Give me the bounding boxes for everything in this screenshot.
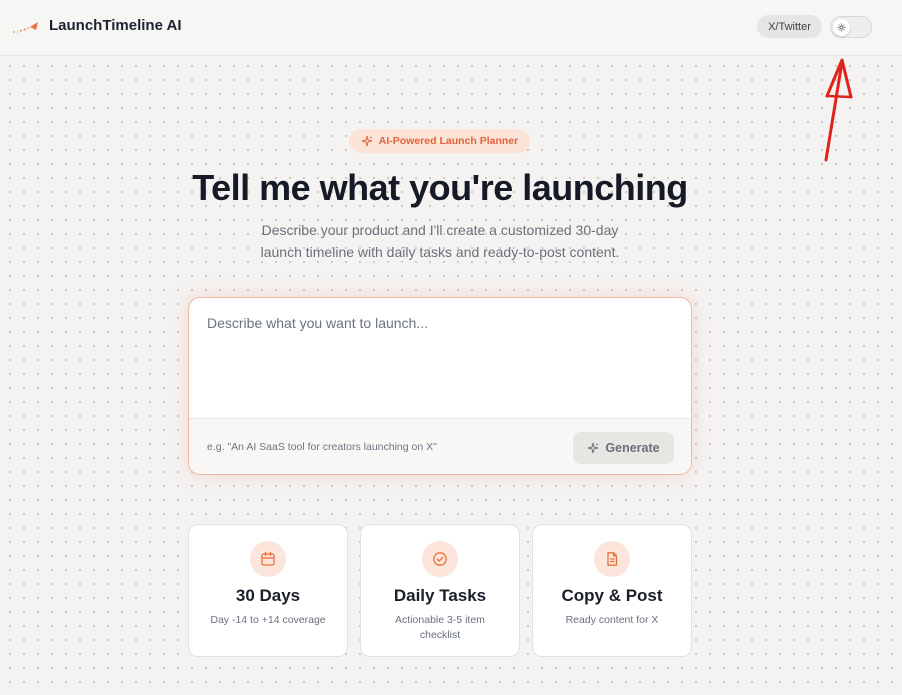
generate-label: Generate — [605, 441, 660, 455]
feature-icon-wrap — [422, 541, 458, 577]
feature-icon-wrap — [250, 541, 286, 577]
example-hint: e.g. "An AI SaaS tool for creators launc… — [207, 441, 437, 453]
page-subtitle: Describe your product and I'll create a … — [260, 222, 620, 260]
feature-icon-wrap — [594, 541, 630, 577]
sun-icon — [837, 23, 846, 32]
feature-title: 30 Days — [235, 586, 301, 605]
sparkles-icon — [588, 442, 599, 454]
toggle-knob — [833, 19, 850, 36]
document-icon — [607, 552, 618, 566]
ai-powered-badge: AI-Powered Launch Planner — [349, 129, 530, 153]
check-circle-icon — [433, 552, 447, 566]
feature-description: Actionable 3-5 item checklist — [395, 614, 485, 641]
calendar-icon — [261, 551, 275, 566]
rocket-trail-icon — [13, 22, 38, 33]
feature-title: Copy & Post — [561, 586, 663, 605]
feature-description: Ready content for X — [565, 614, 659, 626]
feature-title: Daily Tasks — [393, 586, 487, 605]
launch-description-input[interactable] — [189, 298, 691, 418]
launch-input-card: e.g. "An AI SaaS tool for creators launc… — [188, 297, 692, 475]
feature-card-copy-post: Copy & Post Ready content for X — [532, 524, 692, 657]
page-title: Tell me what you're launching — [192, 167, 688, 208]
feature-description: Day -14 to +14 coverage — [210, 614, 326, 626]
sparkles-icon — [361, 135, 373, 147]
badge-label: AI-Powered Launch Planner — [378, 135, 519, 147]
feature-card-30-days: 30 Days Day -14 to +14 coverage — [188, 524, 348, 657]
annotation-arrow — [824, 58, 853, 162]
top-navbar: LaunchTimeline AI X/Twitter — [0, 0, 902, 56]
generate-button[interactable]: Generate — [573, 432, 674, 464]
theme-toggle[interactable] — [830, 16, 872, 38]
platform-pill-x-twitter[interactable]: X/Twitter — [757, 15, 822, 38]
input-footer: e.g. "An AI SaaS tool for creators launc… — [189, 418, 691, 474]
feature-card-daily-tasks: Daily Tasks Actionable 3-5 item checklis… — [360, 524, 520, 657]
app-title[interactable]: LaunchTimeline AI — [49, 17, 182, 34]
